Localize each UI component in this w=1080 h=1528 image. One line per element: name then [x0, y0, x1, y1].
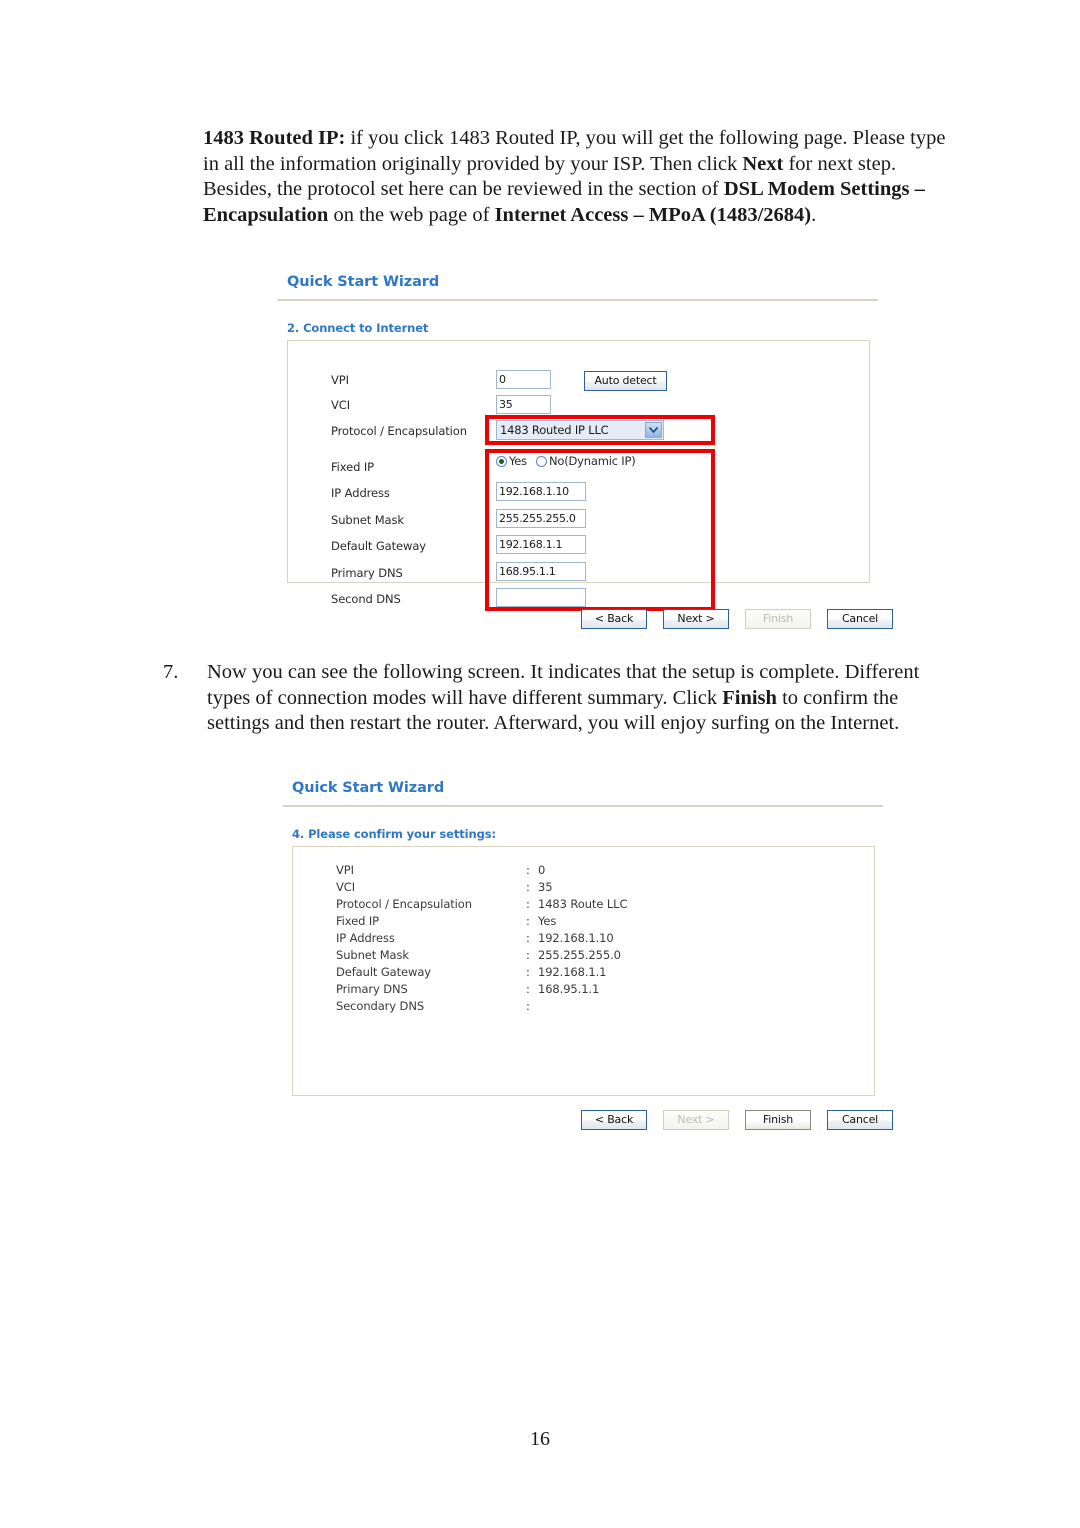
fixed-ip-yes-option[interactable]: Yes — [496, 454, 527, 468]
summary-label: Secondary DNS — [336, 999, 425, 1013]
protocol-encapsulation-selected-value: 1483 Routed IP LLC — [500, 423, 609, 437]
summary-value: 1483 Route LLC — [538, 897, 628, 911]
vpi-input[interactable]: 0 — [496, 370, 551, 389]
summary-separator: : — [526, 999, 530, 1013]
wizard-panel-step4: VPI : 0 VCI : 35 Protocol / Encapsulatio… — [292, 846, 875, 1096]
protocol-encapsulation-select[interactable]: 1483 Routed IP LLC — [496, 420, 664, 440]
summary-value: 192.168.1.1 — [538, 965, 607, 979]
wizard-section-title-step4: 4. Please confirm your settings: — [292, 827, 496, 841]
summary-separator: : — [526, 863, 530, 877]
summary-value: 255.255.255.0 — [538, 948, 621, 962]
next-button-step4: Next > — [663, 1110, 729, 1130]
next-button-step2[interactable]: Next > — [663, 609, 729, 629]
summary-label: IP Address — [336, 931, 395, 945]
fixed-ip-label: Fixed IP — [331, 460, 374, 474]
fixed-ip-no-option[interactable]: No(Dynamic IP) — [535, 454, 636, 468]
document-page: 1483 Routed IP: if you click 1483 Routed… — [0, 0, 1080, 1528]
vci-input[interactable]: 35 — [496, 395, 551, 414]
screenshot-quick-start-wizard-step4: Quick Start Wizard 4. Please confirm you… — [283, 780, 893, 1135]
second-dns-input[interactable] — [496, 588, 586, 607]
summary-value: 35 — [538, 880, 553, 894]
wizard-panel-step2: VPI 0 Auto detect VCI 35 Protocol / Enca… — [287, 340, 870, 611]
wizard-title-rule-step2 — [278, 299, 878, 301]
wizard-title-rule-step4 — [283, 805, 883, 807]
back-button-step4[interactable]: < Back — [581, 1110, 647, 1130]
intro-bold-next: Next — [742, 152, 784, 175]
summary-value: 192.168.1.10 — [538, 931, 614, 945]
fixed-ip-radio-group[interactable]: Yes No(Dynamic IP) — [496, 454, 636, 468]
chevron-down-icon[interactable] — [645, 422, 662, 438]
intro-body-4: . — [811, 203, 817, 226]
wizard-title-step4: Quick Start Wizard — [292, 780, 445, 796]
wizard-button-row-step4: < Back Next > Finish Cancel — [581, 1110, 893, 1130]
summary-separator: : — [526, 982, 530, 996]
vci-label: VCI — [331, 398, 350, 412]
vpi-label: VPI — [331, 373, 349, 387]
wizard-button-row-step2: < Back Next > Finish Cancel — [581, 609, 893, 629]
summary-label: VPI — [336, 863, 354, 877]
auto-detect-button[interactable]: Auto detect — [584, 371, 667, 391]
cancel-button-step4[interactable]: Cancel — [827, 1110, 893, 1130]
fixed-ip-yes-label: Yes — [509, 454, 527, 468]
default-gateway-input[interactable]: 192.168.1.1 — [496, 535, 586, 554]
subnet-mask-input[interactable]: 255.255.255.0 — [496, 509, 586, 528]
summary-label: Default Gateway — [336, 965, 431, 979]
subnet-mask-label: Subnet Mask — [331, 513, 404, 527]
ip-address-input[interactable]: 192.168.1.10 — [496, 482, 586, 501]
step-7-number: 7. — [163, 661, 179, 683]
summary-label: VCI — [336, 880, 355, 894]
intro-paragraph: 1483 Routed IP: if you click 1483 Routed… — [203, 126, 951, 228]
protocol-encapsulation-label: Protocol / Encapsulation — [331, 424, 467, 438]
summary-separator: : — [526, 880, 530, 894]
summary-label: Subnet Mask — [336, 948, 409, 962]
step-7-block: 7. Now you can see the following screen.… — [163, 660, 953, 737]
highlight-box-fixed-ip — [485, 449, 715, 611]
primary-dns-label: Primary DNS — [331, 566, 403, 580]
summary-label: Fixed IP — [336, 914, 379, 928]
summary-separator: : — [526, 965, 530, 979]
summary-label: Primary DNS — [336, 982, 408, 996]
summary-value: 168.95.1.1 — [538, 982, 600, 996]
wizard-title-step2: Quick Start Wizard — [287, 274, 440, 290]
step-7-bold-finish: Finish — [722, 686, 777, 709]
intro-bold-internet-access: Internet Access – MPoA (1483/2684) — [494, 203, 812, 226]
summary-separator: : — [526, 931, 530, 945]
summary-value: 0 — [538, 863, 546, 877]
radio-unselected-icon[interactable] — [535, 455, 547, 467]
summary-separator: : — [526, 914, 530, 928]
summary-separator: : — [526, 948, 530, 962]
primary-dns-input[interactable]: 168.95.1.1 — [496, 562, 586, 581]
page-number: 16 — [530, 1428, 550, 1450]
finish-button-step4[interactable]: Finish — [745, 1110, 811, 1130]
summary-value: Yes — [538, 914, 557, 928]
fixed-ip-no-label: No(Dynamic IP) — [548, 454, 636, 468]
cancel-button-step2[interactable]: Cancel — [827, 609, 893, 629]
intro-lead-bold: 1483 Routed IP: — [203, 127, 346, 149]
radio-selected-icon[interactable] — [496, 455, 507, 467]
wizard-section-title-step2: 2. Connect to Internet — [287, 321, 429, 335]
intro-body-3: on the web page of — [328, 203, 495, 226]
summary-label: Protocol / Encapsulation — [336, 897, 472, 911]
ip-address-label: IP Address — [331, 486, 390, 500]
default-gateway-label: Default Gateway — [331, 539, 426, 553]
step-7-text: Now you can see the following screen. It… — [207, 660, 953, 737]
finish-button-step2: Finish — [745, 609, 811, 629]
screenshot-quick-start-wizard-step2: Quick Start Wizard 2. Connect to Interne… — [278, 274, 893, 634]
second-dns-label: Second DNS — [331, 592, 401, 606]
back-button-step2[interactable]: < Back — [581, 609, 647, 629]
summary-separator: : — [526, 897, 530, 911]
